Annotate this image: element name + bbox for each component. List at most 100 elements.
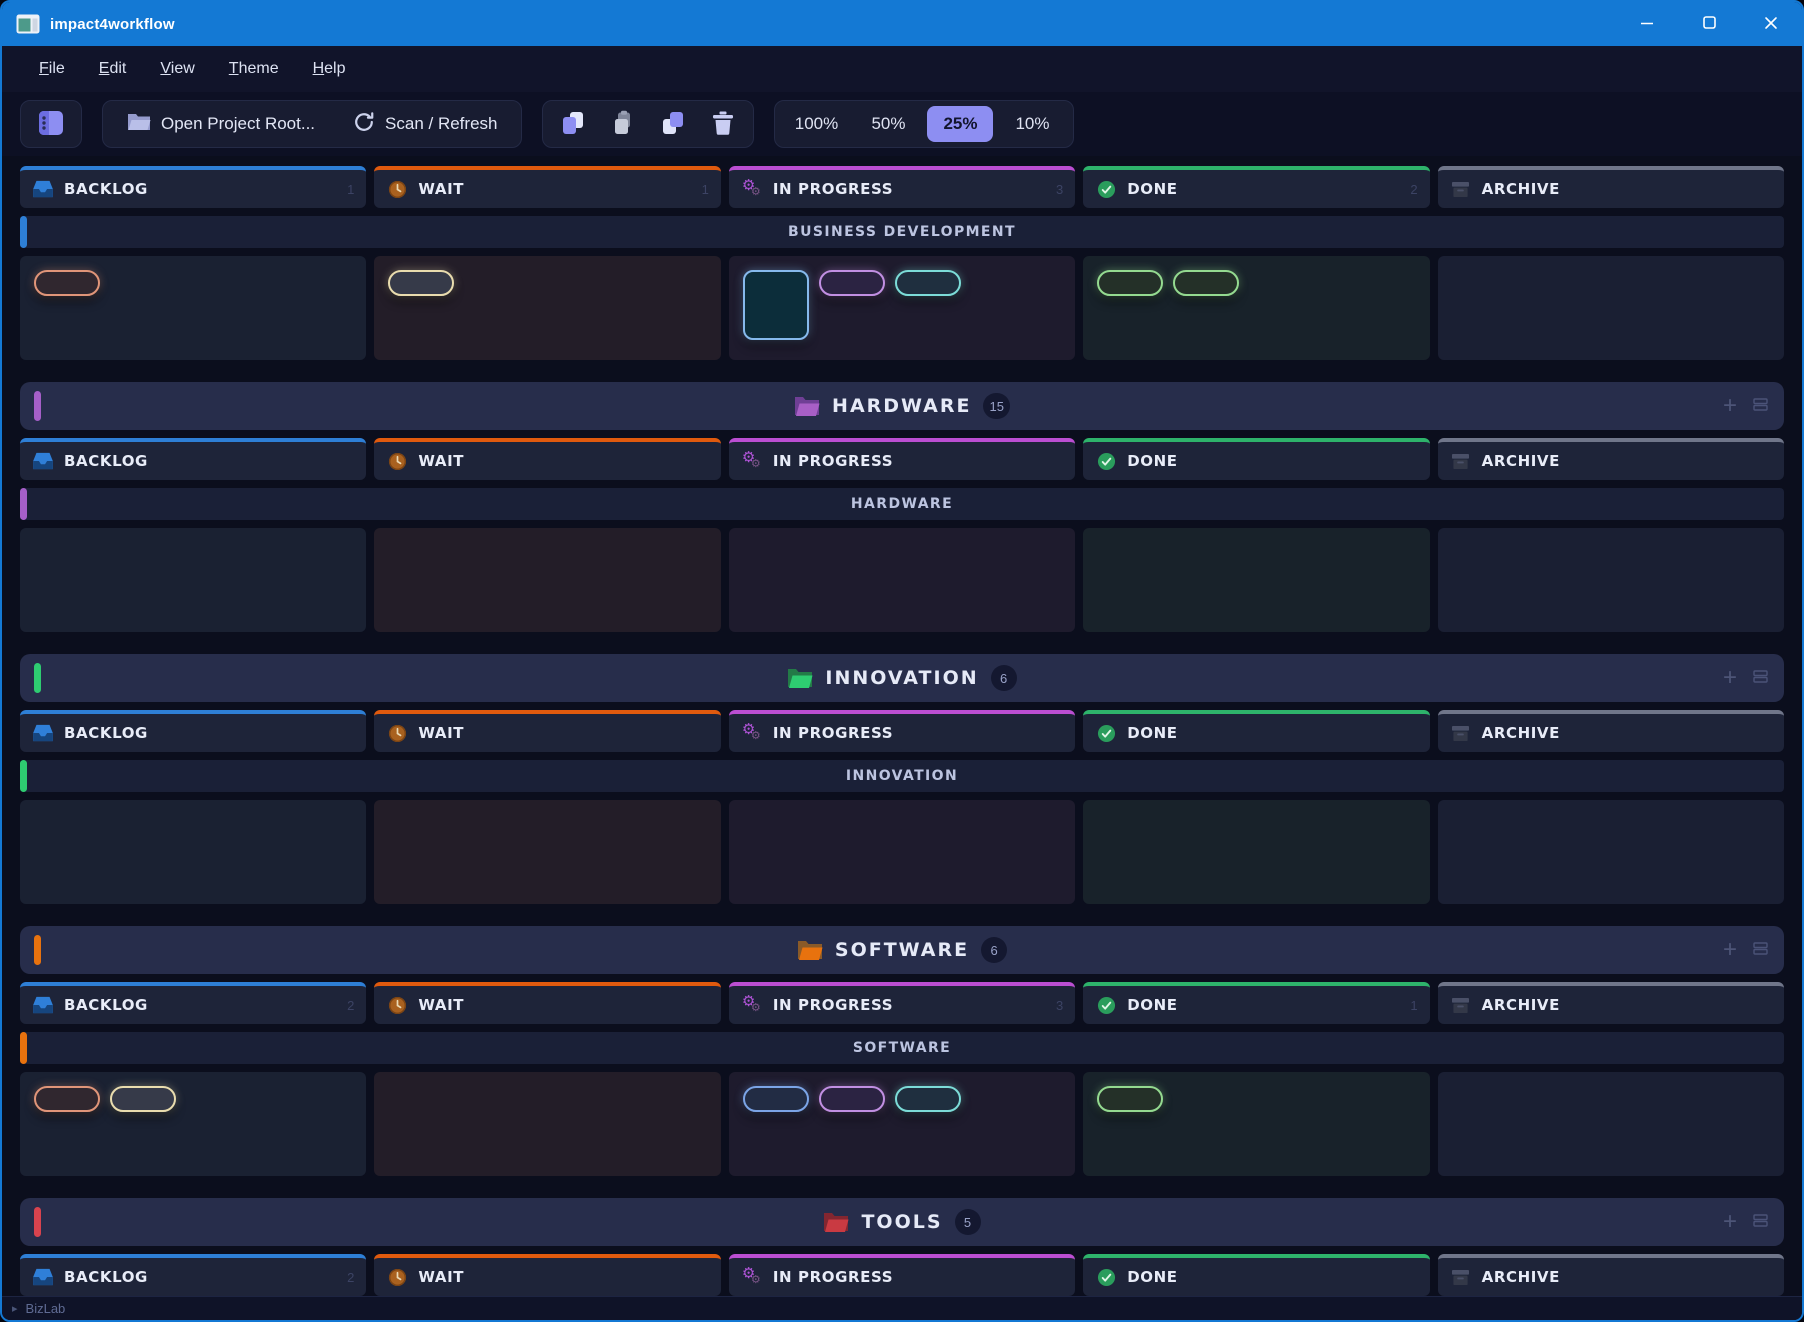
inbox-icon: [32, 996, 54, 1014]
task-card[interactable]: [1097, 270, 1163, 296]
column-label: DONE: [1127, 996, 1177, 1014]
column-label: IN PROGRESS: [773, 180, 893, 198]
section-accent-bar: [34, 391, 41, 421]
zoom-level-button-10[interactable]: 10%: [999, 106, 1065, 142]
plus-icon: +: [1723, 392, 1737, 419]
collapse-section-button[interactable]: [1753, 398, 1768, 414]
minimize-button[interactable]: [1616, 2, 1678, 46]
column-label: DONE: [1127, 1268, 1177, 1286]
card-area-done: [1083, 1072, 1429, 1176]
column-label: BACKLOG: [64, 724, 148, 742]
menu-item-help[interactable]: Help: [298, 54, 361, 84]
card-area-backlog: [20, 528, 366, 632]
task-card[interactable]: [110, 1086, 176, 1112]
collapse-section-button[interactable]: [1753, 670, 1768, 686]
folder-icon: [787, 667, 813, 689]
card-area-done: [1083, 800, 1429, 904]
zoom-level-button-100[interactable]: 100%: [783, 106, 849, 142]
clock-icon: [386, 996, 408, 1015]
column-label: DONE: [1127, 180, 1177, 198]
column-label: WAIT: [418, 996, 464, 1014]
card-area-archive: [1438, 528, 1784, 632]
task-card[interactable]: [895, 270, 961, 296]
column-label: DONE: [1127, 724, 1177, 742]
section-tools: TOOLS5+BACKLOG2WAIT⚙⚙IN PROGRESSDONEARCH…: [20, 1198, 1784, 1296]
scan-refresh-button[interactable]: Scan / Refresh: [337, 105, 513, 143]
task-card[interactable]: [743, 1086, 809, 1112]
archive-box-icon: [1450, 1269, 1472, 1286]
close-button[interactable]: [1740, 2, 1802, 46]
paste-button[interactable]: [601, 104, 645, 144]
menu-item-edit[interactable]: Edit: [84, 54, 142, 84]
card-area-in_progress: [729, 528, 1075, 632]
toolbar-group-clipboard: [542, 100, 754, 148]
column-header-wait: WAIT: [374, 982, 720, 1024]
column-header-archive: ARCHIVE: [1438, 166, 1784, 208]
plus-icon: +: [1723, 936, 1737, 963]
column-count: 1: [702, 182, 709, 197]
trash-button[interactable]: [701, 104, 745, 144]
column-header-archive: ARCHIVE: [1438, 710, 1784, 752]
section-innovation: INNOVATION6+BACKLOGWAIT⚙⚙IN PROGRESSDONE…: [20, 654, 1784, 904]
add-card-button[interactable]: +: [1723, 1210, 1737, 1234]
column-label: WAIT: [418, 180, 464, 198]
task-card[interactable]: [819, 1086, 885, 1112]
archive-box-icon: [1450, 453, 1472, 470]
cards-row: [20, 800, 1784, 904]
toolbar: Open Project Root... Scan / Refresh 100%…: [2, 92, 1802, 156]
section-actions: +: [1723, 1210, 1768, 1234]
maximize-button[interactable]: [1678, 2, 1740, 46]
sidebar-toggle-button[interactable]: [29, 104, 73, 144]
task-card[interactable]: [34, 1086, 100, 1112]
task-card[interactable]: [819, 270, 885, 296]
column-label: BACKLOG: [64, 1268, 148, 1286]
collapse-rows-icon: [1753, 671, 1768, 686]
column-label: IN PROGRESS: [773, 1268, 893, 1286]
copy-button[interactable]: [551, 104, 595, 144]
section-title: HARDWARE: [832, 395, 971, 417]
collapse-rows-icon: [1753, 1215, 1768, 1230]
column-count: 1: [1410, 998, 1417, 1013]
column-headers-row: BACKLOG1WAIT1⚙⚙IN PROGRESS3DONE2ARCHIVE: [20, 166, 1784, 208]
duplicate-button[interactable]: [651, 104, 695, 144]
task-card[interactable]: [34, 270, 100, 296]
add-card-button[interactable]: +: [1723, 938, 1737, 962]
collapse-section-button[interactable]: [1753, 1214, 1768, 1230]
column-label: WAIT: [418, 1268, 464, 1286]
group-label: BUSINESS DEVELOPMENT: [788, 224, 1016, 240]
section-business-development: BACKLOG1WAIT1⚙⚙IN PROGRESS3DONE2ARCHIVEB…: [20, 166, 1784, 360]
task-card[interactable]: [895, 1086, 961, 1112]
column-label: ARCHIVE: [1482, 180, 1560, 198]
menu-item-view[interactable]: View: [145, 54, 209, 84]
open-project-root-button[interactable]: Open Project Root...: [111, 105, 331, 143]
toolbar-group-sidebar: [20, 100, 82, 148]
card-area-in_progress: [729, 1072, 1075, 1176]
menu-item-theme[interactable]: Theme: [214, 54, 294, 84]
status-expander[interactable]: ▸ BizLab: [12, 1301, 65, 1316]
column-header-done: DONE: [1083, 710, 1429, 752]
section-actions: +: [1723, 938, 1768, 962]
clock-icon: [386, 1268, 408, 1287]
column-label: IN PROGRESS: [773, 724, 893, 742]
duplicate-icon: [660, 110, 686, 139]
open-project-root-label: Open Project Root...: [161, 114, 315, 134]
clock-icon: [386, 180, 408, 199]
add-card-button[interactable]: +: [1723, 666, 1737, 690]
task-card[interactable]: [1173, 270, 1239, 296]
task-card[interactable]: [388, 270, 454, 296]
column-header-wait: WAIT: [374, 1254, 720, 1296]
column-headers-row: BACKLOG2WAIT⚙⚙IN PROGRESSDONEARCHIVE: [20, 1254, 1784, 1296]
task-card[interactable]: [1097, 1086, 1163, 1112]
task-card[interactable]: [743, 270, 809, 340]
zoom-level-button-25[interactable]: 25%: [927, 106, 993, 142]
toolbar-group-project: Open Project Root... Scan / Refresh: [102, 100, 522, 148]
menu-item-file[interactable]: File: [24, 54, 80, 84]
gears-icon: ⚙⚙: [741, 994, 763, 1016]
collapse-section-button[interactable]: [1753, 942, 1768, 958]
section-actions: +: [1723, 666, 1768, 690]
section-title: TOOLS: [861, 1211, 942, 1233]
zoom-level-button-50[interactable]: 50%: [855, 106, 921, 142]
inbox-icon: [32, 724, 54, 742]
add-card-button[interactable]: +: [1723, 394, 1737, 418]
cards-row: [20, 256, 1784, 360]
